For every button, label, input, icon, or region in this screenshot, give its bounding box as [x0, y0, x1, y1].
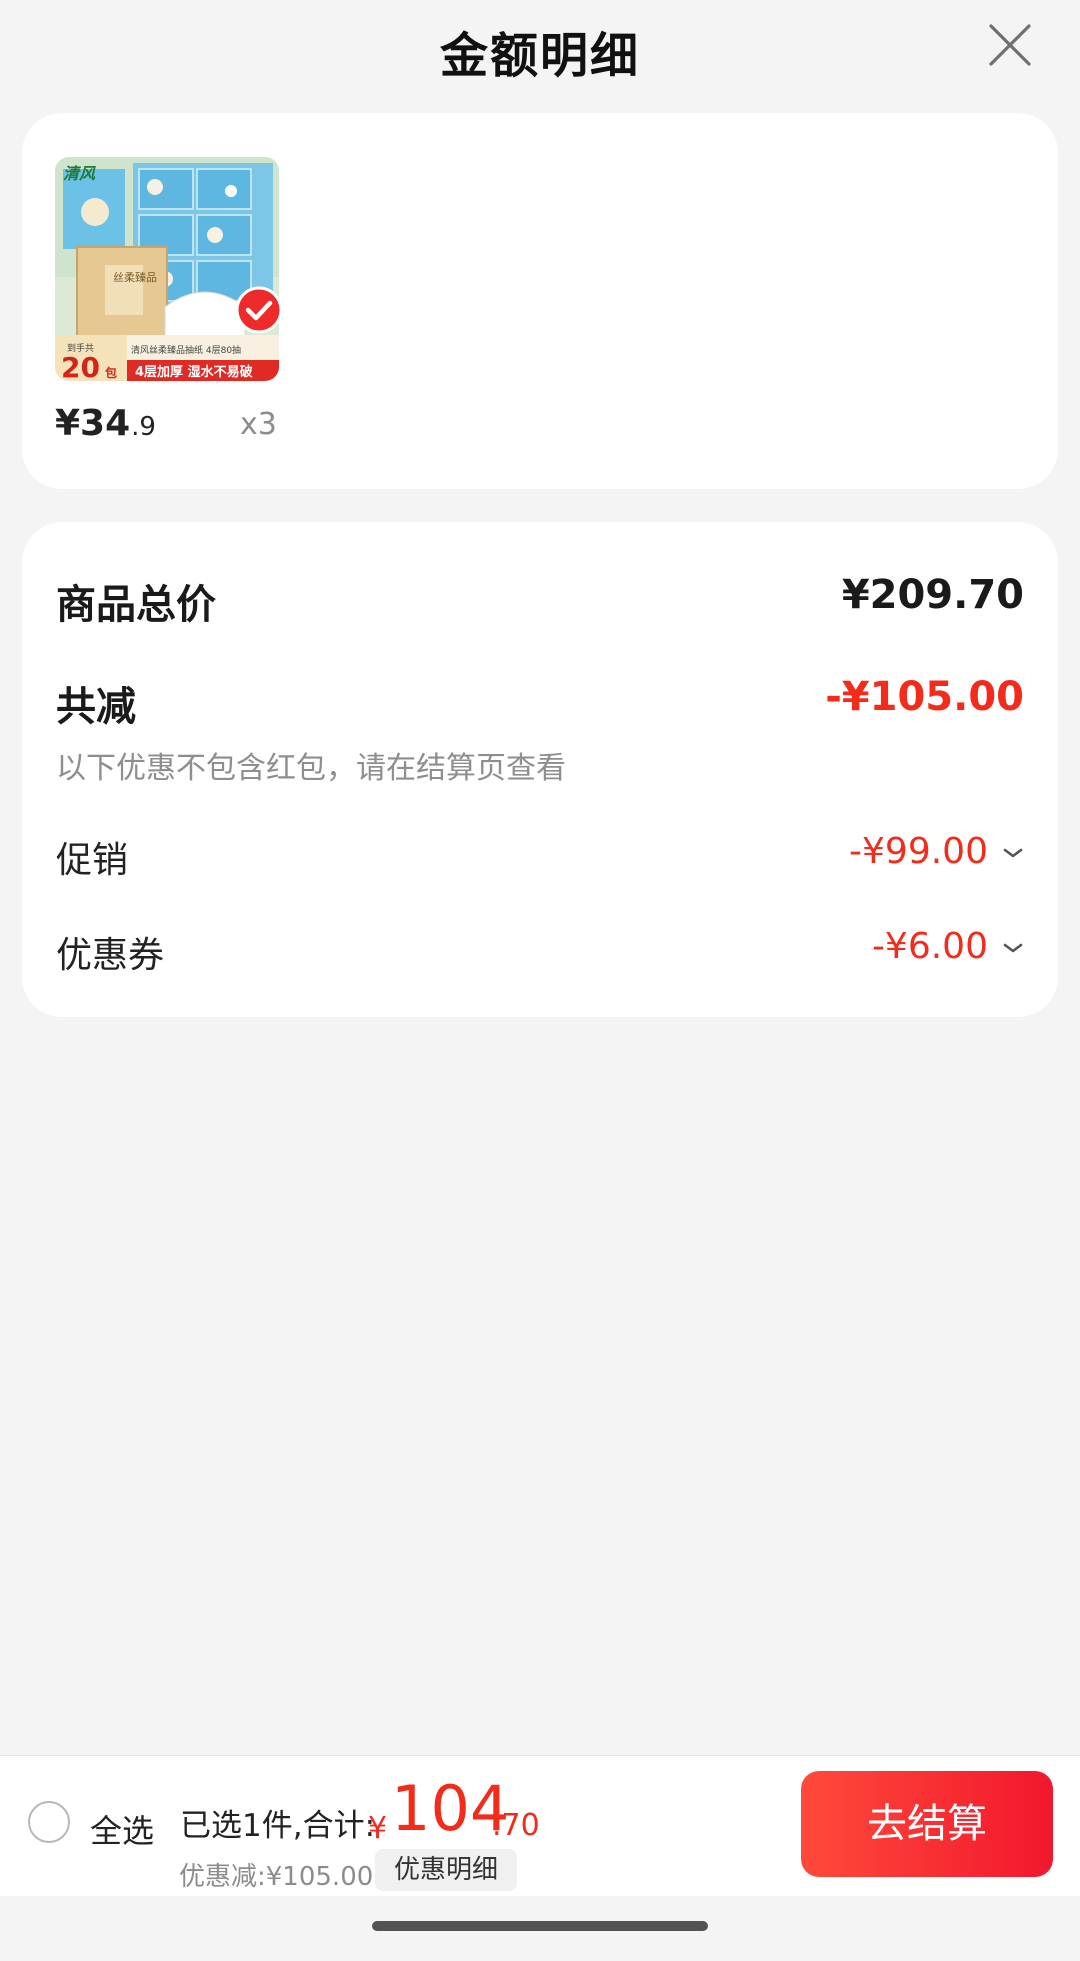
thumb-product-line: 清风丝柔臻品抽纸 4层80抽	[131, 344, 241, 356]
thumb-count-value: 20	[61, 351, 100, 381]
total-currency: ¥	[368, 1811, 388, 1846]
thumb-feature-banner: 4层加厚 湿水不易破	[135, 364, 253, 380]
promo-value: -¥99.00	[849, 831, 988, 872]
select-all-radio[interactable]	[28, 1801, 70, 1843]
header: 金额明细	[0, 0, 1080, 100]
selected-summary: 已选1件,合计:	[180, 1808, 376, 1844]
discount-label: 共减	[56, 684, 136, 730]
promo-row[interactable]: -¥99.00	[849, 831, 1024, 872]
summary-card: 商品总价 ¥209.70 共减 -¥105.00 以下优惠不包含红包，请在结算页…	[22, 522, 1058, 1017]
product-thumbnail[interactable]: 清风丝柔臻品抽纸 4层80抽 4层加厚 湿水不易破 到手共 20 包 清风 丝柔…	[55, 157, 279, 381]
discount-note: 以下优惠不包含红包，请在结算页查看	[56, 751, 566, 786]
total-value: ¥209.70	[841, 572, 1024, 618]
chevron-down-icon	[1003, 848, 1023, 858]
total-decimal: .70	[492, 1808, 540, 1843]
total-label: 商品总价	[56, 582, 216, 628]
checkout-button[interactable]: 去结算	[801, 1771, 1053, 1877]
product-card: 清风丝柔臻品抽纸 4层80抽 4层加厚 湿水不易破 到手共 20 包 清风 丝柔…	[22, 113, 1058, 489]
coupon-row[interactable]: -¥6.00	[872, 926, 1024, 967]
price-decimal: .9	[131, 412, 156, 442]
thumb-box-label: 丝柔臻品	[113, 270, 157, 284]
coupon-label: 优惠券	[56, 935, 165, 976]
chevron-down-icon	[1003, 943, 1023, 953]
discount-detail-button[interactable]: 优惠明细	[375, 1849, 517, 1891]
close-icon[interactable]	[985, 20, 1035, 70]
thumb-count-unit: 包	[104, 365, 117, 380]
discount-summary: 优惠减:¥105.00	[179, 1862, 374, 1892]
page-title: 金额明细	[439, 28, 640, 84]
price-main: ¥34	[55, 403, 131, 444]
check-icon[interactable]	[235, 286, 283, 334]
thumb-brand: 清风	[63, 164, 96, 183]
product-price: ¥34.9	[55, 403, 156, 444]
coupon-value: -¥6.00	[871, 926, 988, 967]
bottom-bar: 全选 已选1件,合计: ¥ 104 .70 优惠减:¥105.00 优惠明细 去…	[0, 1755, 1080, 1896]
discount-value: -¥105.00	[825, 674, 1024, 720]
select-all-label[interactable]: 全选	[90, 1806, 154, 1852]
home-indicator[interactable]	[372, 1921, 708, 1931]
product-quantity: x3	[240, 407, 277, 442]
promo-label: 促销	[56, 840, 129, 881]
